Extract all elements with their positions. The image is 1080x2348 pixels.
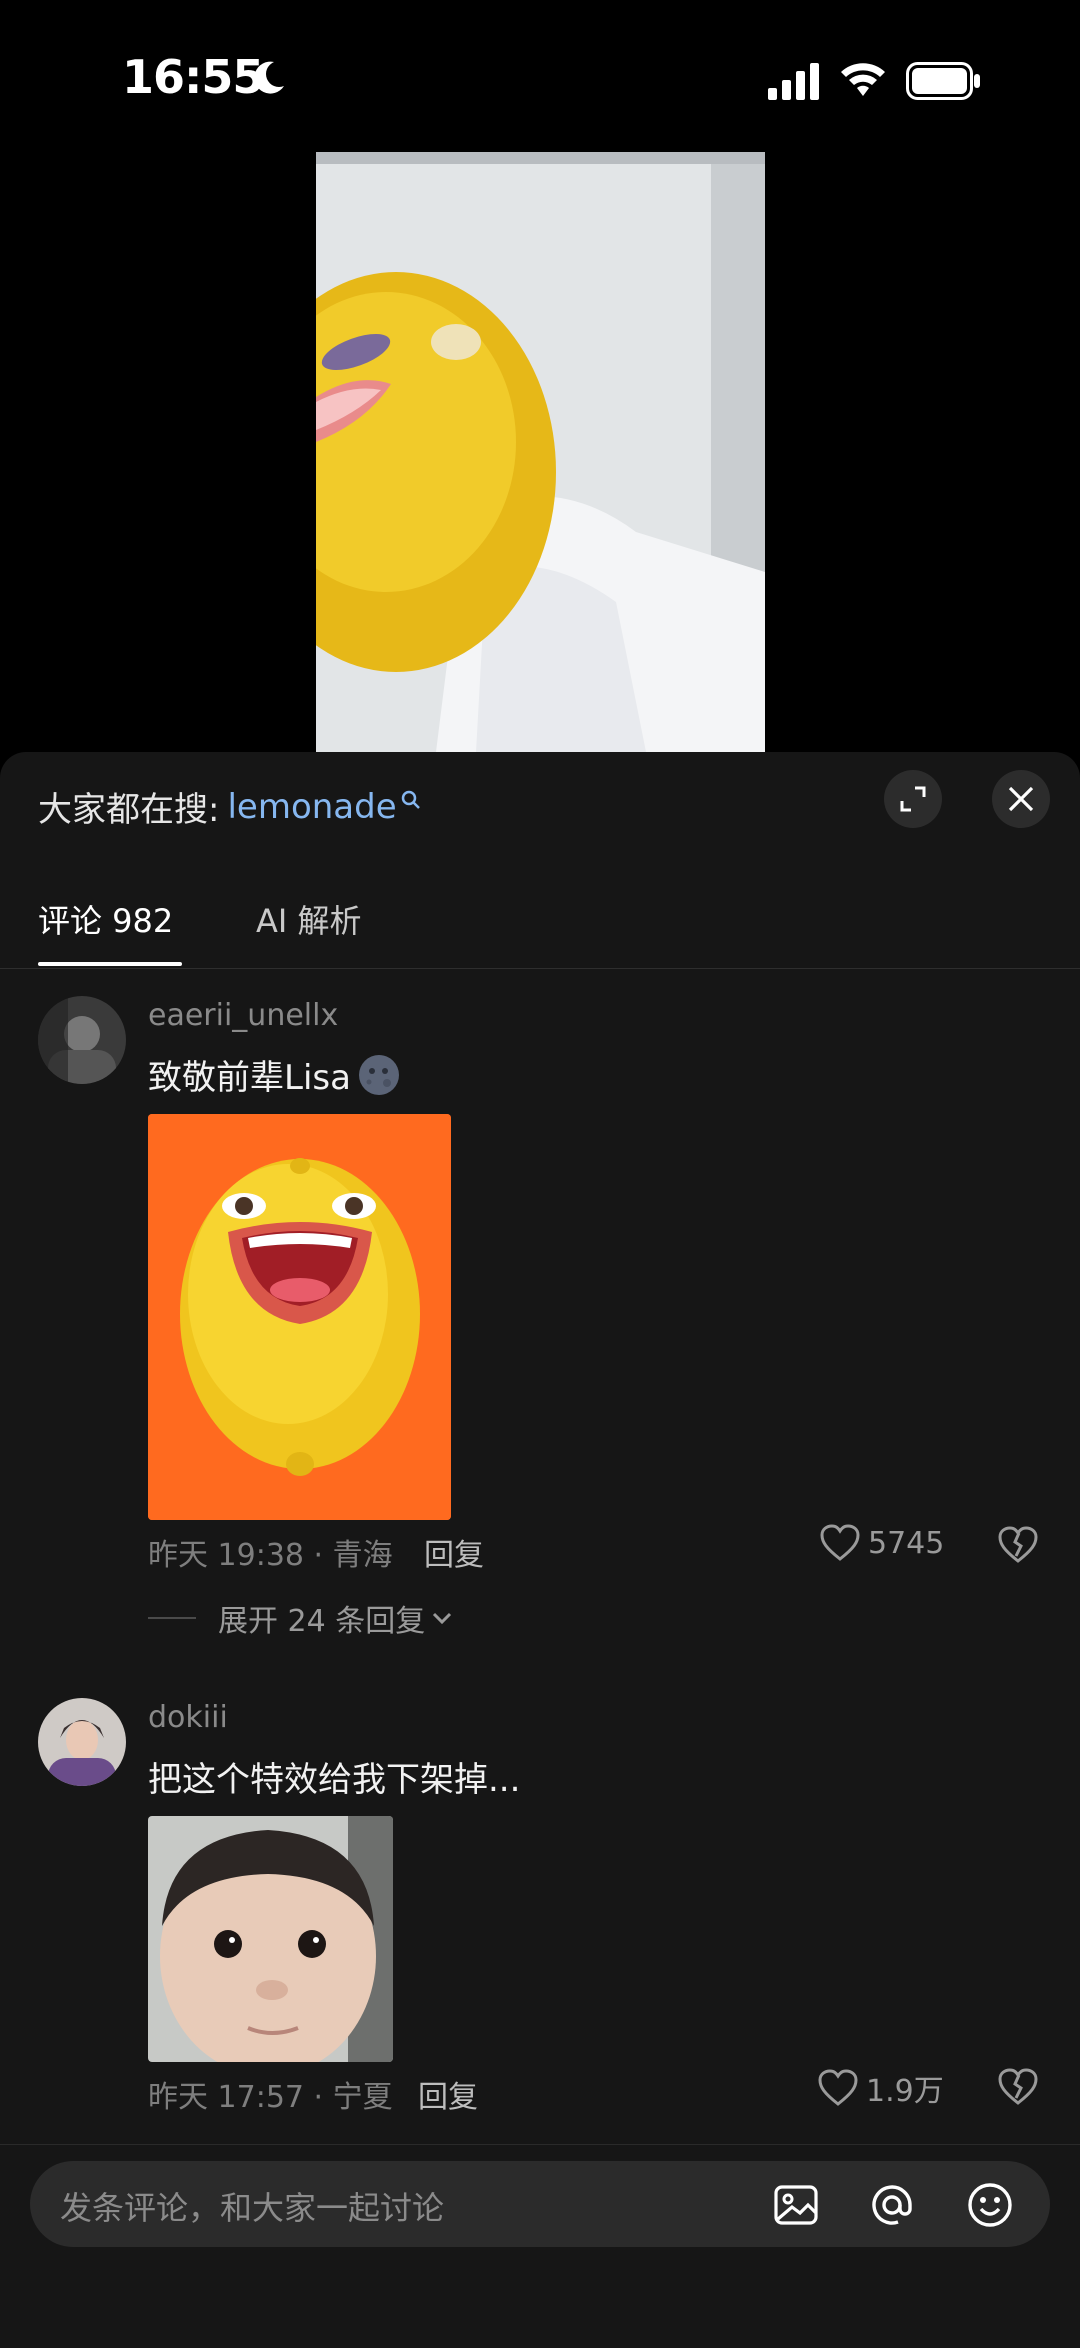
like-count: 5745 — [868, 1525, 945, 1561]
moon-icon — [254, 61, 284, 94]
comment-input[interactable]: 发条评论，和大家一起讨论 — [30, 2161, 1050, 2247]
moon-face-emoji-icon — [358, 1054, 399, 1095]
dislike-button[interactable] — [998, 2068, 1038, 2106]
comment-meta: 昨天 17:57 · 宁夏 — [148, 2080, 393, 2115]
comment-input-placeholder: 发条评论，和大家一起讨论 — [60, 2189, 445, 2227]
active-tab-indicator — [38, 962, 182, 966]
like-button[interactable]: 1.9万 — [818, 2066, 944, 2110]
expand-replies-button[interactable]: 展开 24 条回复 — [148, 1596, 453, 1640]
expand-sheet-button[interactable] — [884, 770, 942, 828]
expand-icon — [900, 786, 926, 812]
close-button[interactable] — [992, 770, 1050, 828]
trending-search[interactable]: 大家都在搜: lemonade — [38, 782, 421, 831]
comment-tabs: 评论 982 AI 解析 — [0, 888, 1080, 969]
comment-text-content: 致敬前辈Lisa — [148, 1058, 351, 1098]
trending-search-prefix: 大家都在搜: — [38, 790, 220, 830]
tab-comments[interactable]: 评论 982 — [38, 896, 173, 942]
lemon-face-sticker[interactable] — [148, 1114, 451, 1520]
chevron-down-icon — [433, 1612, 452, 1625]
reply-button[interactable]: 回复 — [418, 2072, 478, 2116]
like-button[interactable]: 5745 — [820, 1524, 944, 1562]
reply-button[interactable]: 回复 — [424, 1530, 484, 1574]
avatar[interactable] — [38, 1698, 126, 1786]
image-icon[interactable] — [772, 2181, 820, 2229]
divider-dash — [148, 1617, 196, 1619]
cellular-signal-icon — [768, 63, 819, 100]
tab-ai-analysis[interactable]: AI 解析 — [256, 896, 362, 942]
baby-face-sticker[interactable] — [148, 1816, 393, 2062]
comment-text: 致敬前辈Lisa — [148, 1050, 401, 1099]
comment-meta: 昨天 19:38 · 青海 — [148, 1538, 393, 1573]
comment-text: 把这个特效给我下架掉... — [148, 1752, 520, 1801]
video-content — [316, 152, 765, 752]
dislike-button[interactable] — [998, 1526, 1038, 1564]
avatar[interactable] — [38, 996, 126, 1084]
battery-icon — [906, 62, 980, 100]
emoji-icon[interactable] — [966, 2181, 1014, 2229]
search-icon — [401, 790, 420, 809]
like-count: 1.9万 — [866, 2074, 944, 2109]
heart-icon — [820, 1524, 860, 1561]
video-frame[interactable] — [316, 152, 765, 752]
comment-sheet: 大家都在搜: lemonade 评论 982 AI 解析 eaerii_unel… — [0, 752, 1080, 2347]
expand-replies-label: 展开 24 条回复 — [218, 1604, 426, 1639]
at-icon[interactable] — [868, 2181, 916, 2229]
comment-input-bar: 发条评论，和大家一起讨论 — [0, 2144, 1080, 2348]
status-time: 16:55 — [122, 50, 264, 104]
comment-username[interactable]: dokiii — [148, 1700, 228, 1735]
status-bar: 16:55 — [0, 0, 1080, 150]
close-icon — [1008, 786, 1034, 812]
heart-icon — [818, 2069, 858, 2106]
wifi-icon — [841, 63, 885, 96]
trending-search-term[interactable]: lemonade — [227, 787, 396, 827]
comment-username[interactable]: eaerii_unellx — [148, 998, 338, 1033]
comment-text-content: 把这个特效给我下架掉... — [148, 1760, 521, 1800]
